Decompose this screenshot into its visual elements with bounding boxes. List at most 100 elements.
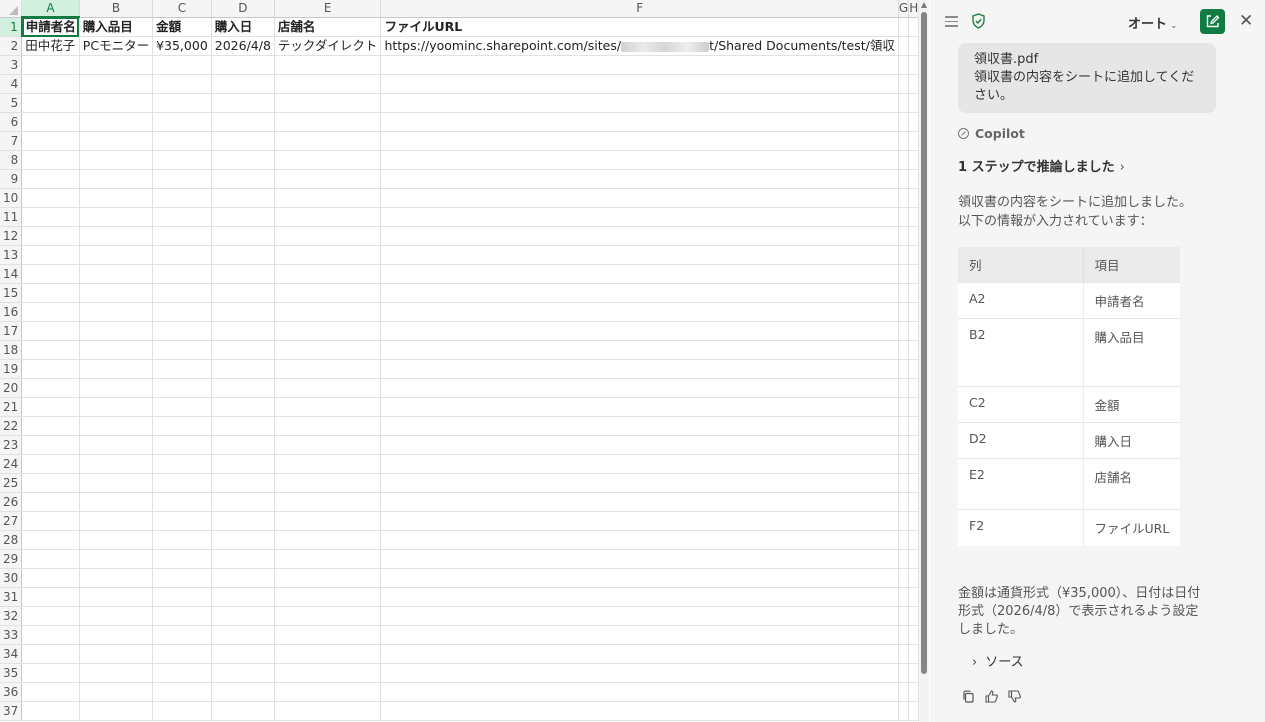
cell[interactable] <box>211 150 275 170</box>
row-header[interactable]: 23 <box>0 435 23 455</box>
cell[interactable] <box>79 207 154 227</box>
cell[interactable] <box>79 302 154 322</box>
row-header[interactable]: 3 <box>0 55 23 75</box>
cell[interactable] <box>79 549 154 569</box>
scroll-up-icon[interactable] <box>921 2 927 8</box>
cell[interactable] <box>898 283 910 303</box>
cell[interactable] <box>274 454 382 474</box>
cell[interactable] <box>274 568 382 588</box>
row-header[interactable]: 11 <box>0 207 23 227</box>
cell[interactable] <box>152 435 212 455</box>
cell[interactable] <box>380 150 899 170</box>
row-header[interactable]: 17 <box>0 321 23 341</box>
cell[interactable] <box>380 473 899 493</box>
cell[interactable] <box>211 340 275 360</box>
cell[interactable] <box>79 663 154 683</box>
cell[interactable] <box>211 644 275 664</box>
row-header[interactable]: 18 <box>0 340 23 360</box>
cell[interactable] <box>898 625 910 645</box>
cell[interactable] <box>211 302 275 322</box>
cell[interactable] <box>211 549 275 569</box>
cell[interactable] <box>898 245 910 265</box>
cell[interactable] <box>79 245 154 265</box>
cell[interactable] <box>380 55 899 75</box>
cell[interactable] <box>908 340 918 360</box>
cell[interactable] <box>380 663 899 683</box>
cell-b1[interactable]: 購入品目 <box>79 17 154 37</box>
cell[interactable] <box>79 283 154 303</box>
cell[interactable] <box>21 435 80 455</box>
cell-c1[interactable]: 金額 <box>152 17 212 37</box>
column-header[interactable]: G <box>898 0 910 18</box>
cell[interactable] <box>898 321 910 341</box>
cell[interactable] <box>380 283 899 303</box>
row-header[interactable]: 5 <box>0 93 23 113</box>
cell[interactable] <box>21 511 80 531</box>
row-header[interactable]: 20 <box>0 378 23 398</box>
cell[interactable] <box>211 169 275 189</box>
cell[interactable] <box>898 169 910 189</box>
mode-dropdown[interactable]: オート ⌄ <box>1128 13 1178 32</box>
cell[interactable] <box>380 492 899 512</box>
cell[interactable] <box>79 397 154 417</box>
cell[interactable] <box>274 283 382 303</box>
cell[interactable] <box>152 473 212 493</box>
cell[interactable] <box>211 378 275 398</box>
cell[interactable] <box>908 36 918 56</box>
cell[interactable] <box>79 416 154 436</box>
cell[interactable] <box>152 302 212 322</box>
cell[interactable] <box>908 226 918 246</box>
row-header[interactable]: 9 <box>0 169 23 189</box>
cell[interactable] <box>211 188 275 208</box>
cell[interactable] <box>898 207 910 227</box>
cell[interactable] <box>152 55 212 75</box>
source-toggle[interactable]: › ソース <box>972 651 1024 670</box>
attached-file-name[interactable]: 領収書.pdf <box>974 51 1202 69</box>
cell[interactable] <box>79 150 154 170</box>
cell[interactable] <box>274 663 382 683</box>
cell[interactable] <box>21 416 80 436</box>
cell[interactable] <box>274 549 382 569</box>
cell-c2[interactable]: ¥35,000 <box>152 36 212 56</box>
cell[interactable] <box>152 606 212 626</box>
thumbs-down-icon[interactable] <box>1007 689 1022 704</box>
cell[interactable] <box>79 340 154 360</box>
cell[interactable] <box>274 112 382 132</box>
cell[interactable] <box>152 663 212 683</box>
response-table-container[interactable]: 列 項目 A2 申請者名 B2 購入品目 C2 金額 D2 購入日 E2 店舗名 F2 ファ… <box>958 247 1180 546</box>
cell[interactable] <box>152 169 212 189</box>
cell[interactable] <box>21 492 80 512</box>
column-header[interactable]: H <box>908 0 918 18</box>
cell[interactable] <box>211 435 275 455</box>
cell[interactable] <box>380 169 899 189</box>
row-header[interactable]: 1 <box>0 17 23 37</box>
cell[interactable] <box>908 321 918 341</box>
cell[interactable] <box>274 150 382 170</box>
cell[interactable] <box>908 131 918 151</box>
cell-a2[interactable]: 田中花子 <box>21 36 80 56</box>
cell[interactable] <box>21 625 80 645</box>
cell[interactable] <box>211 359 275 379</box>
cell[interactable] <box>908 378 918 398</box>
cell[interactable] <box>380 112 899 132</box>
column-header[interactable]: D <box>211 0 275 18</box>
cell[interactable] <box>908 245 918 265</box>
cell[interactable] <box>152 530 212 550</box>
cell[interactable] <box>21 150 80 170</box>
close-icon[interactable]: ✕ <box>1239 13 1253 30</box>
cell-b2[interactable]: PCモニター <box>79 36 154 56</box>
cell[interactable] <box>898 663 910 683</box>
cell[interactable] <box>152 188 212 208</box>
cell[interactable] <box>380 606 899 626</box>
cell[interactable] <box>152 625 212 645</box>
cell[interactable] <box>21 549 80 569</box>
cell[interactable] <box>152 283 212 303</box>
cell[interactable] <box>380 682 899 702</box>
cell[interactable] <box>898 264 910 284</box>
cell[interactable] <box>152 416 212 436</box>
cell[interactable] <box>274 530 382 550</box>
row-header[interactable]: 27 <box>0 511 23 531</box>
cell[interactable] <box>908 55 918 75</box>
cell[interactable] <box>21 93 80 113</box>
cell[interactable] <box>908 150 918 170</box>
